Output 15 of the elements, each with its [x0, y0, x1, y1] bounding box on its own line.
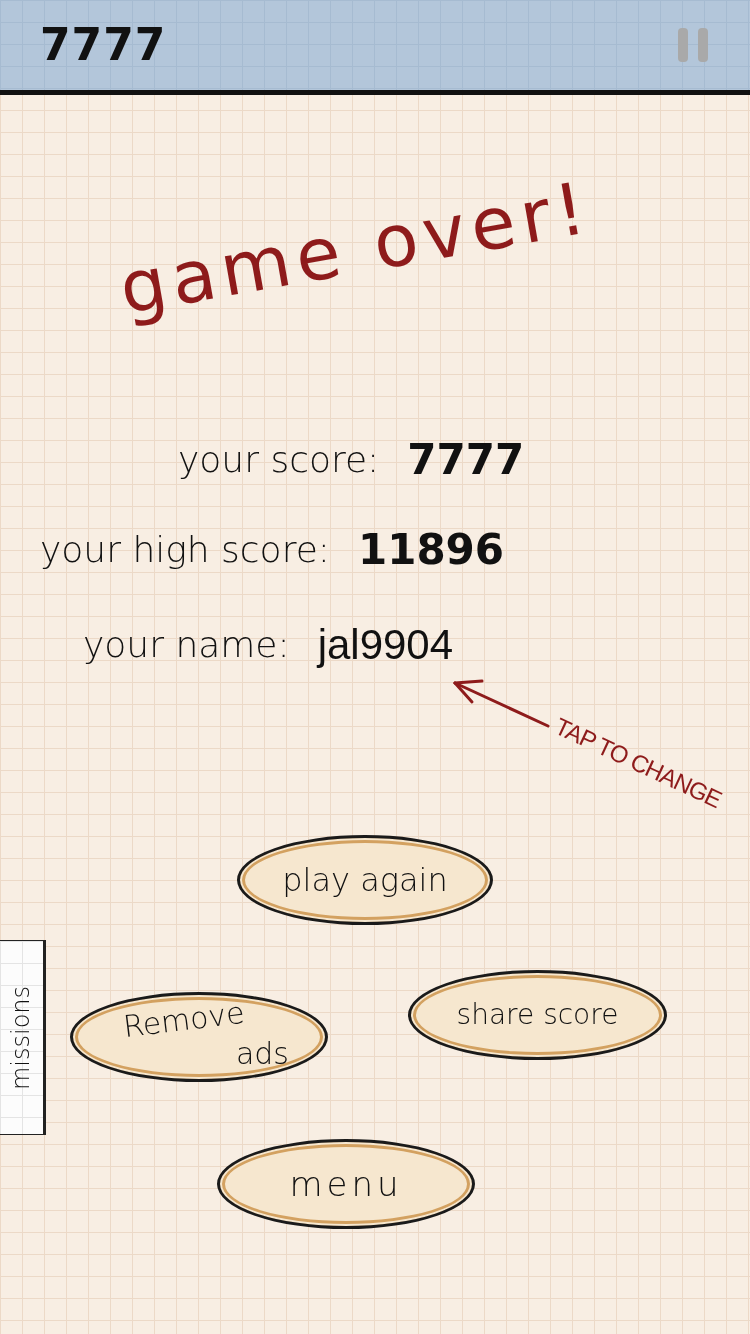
share-score-button[interactable]: share score [408, 970, 667, 1060]
stat-label: your score: [178, 442, 380, 478]
stat-value: 7777 [407, 439, 525, 481]
pause-icon[interactable] [678, 28, 708, 62]
arrow-icon [452, 679, 550, 729]
play-again-button[interactable]: play again [237, 835, 493, 925]
score-counter: 7777 [40, 23, 167, 67]
remove-ads-button[interactable]: Remove ads [70, 992, 328, 1082]
stat-value: 11896 [357, 529, 505, 571]
game-over-title: game over! [114, 170, 596, 325]
stat-label: your high score: [40, 532, 330, 568]
missions-tab[interactable]: missions [0, 940, 46, 1135]
stat-label: your name: [83, 627, 290, 663]
player-name-button[interactable]: jal9904 [317, 624, 454, 666]
menu-button[interactable]: menu [217, 1139, 475, 1229]
